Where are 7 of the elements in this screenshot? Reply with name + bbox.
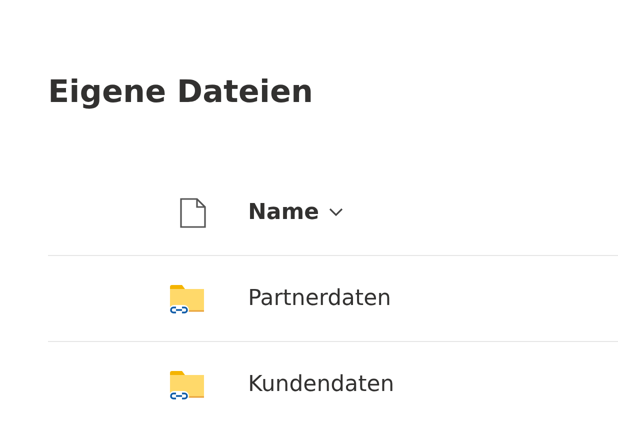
- shared-folder-icon: [168, 282, 206, 314]
- shared-folder-icon: [168, 368, 206, 400]
- file-name[interactable]: Kundendaten: [248, 372, 394, 397]
- file-type-icon[interactable]: [180, 198, 206, 228]
- page-title: Eigene Dateien: [48, 73, 314, 112]
- name-column-header[interactable]: Name: [248, 200, 344, 225]
- file-name[interactable]: Partnerdaten: [248, 286, 392, 311]
